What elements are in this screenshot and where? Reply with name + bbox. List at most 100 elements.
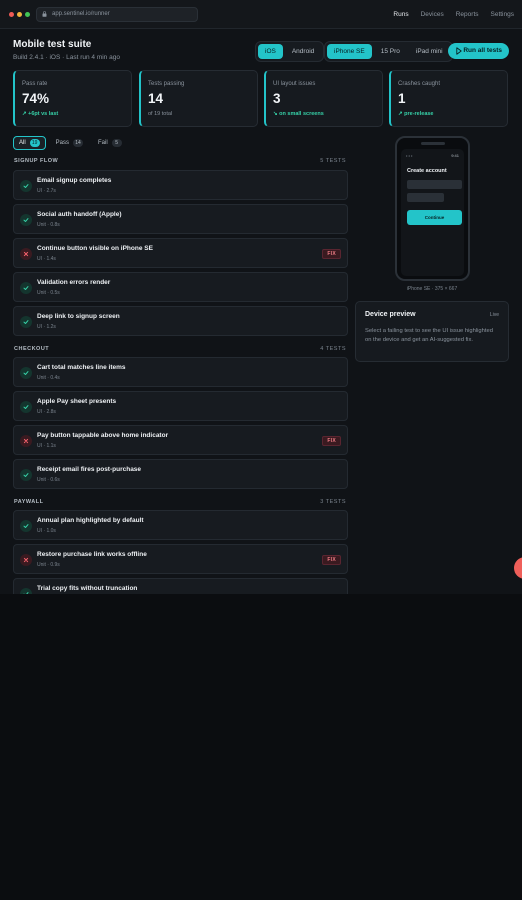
test-meta: UI · 1.4s [37, 256, 56, 262]
filter-count-badge: 5 [111, 139, 122, 147]
test-name: Continue button visible on iPhone SE [37, 245, 153, 252]
test-row[interactable]: Validation errors render Unit · 0.5s [13, 272, 348, 302]
list-clip: Trial copy fits without truncation [13, 578, 348, 594]
test-row[interactable]: Social auth handoff (Apple) Unit · 0.8s [13, 204, 348, 234]
section-title: PAYWALL [14, 499, 44, 505]
window-close-icon[interactable] [9, 12, 14, 17]
platform-ios[interactable]: iOS [258, 44, 283, 59]
test-meta: Unit · 0.4s [37, 375, 60, 381]
stat-label: Tests passing [148, 81, 185, 87]
stat-note: of 19 total [148, 111, 173, 117]
stat-note: ↗ +6pt vs last [22, 111, 59, 117]
filter-label: All [19, 140, 26, 146]
run-all-tests-button[interactable]: Run all tests [448, 43, 509, 59]
preview-title: Device preview [365, 311, 416, 318]
test-meta: UI · 1.2s [37, 324, 56, 330]
play-icon [456, 47, 462, 55]
filter-pass[interactable]: Pass 14 [51, 136, 88, 150]
stat-card-tests-passing: Tests passing 14 of 19 total [139, 70, 258, 127]
nav-devices[interactable]: Devices [421, 11, 444, 18]
stat-card-ui-layout-issues: UI layout issues 3 ↘ on small screens [264, 70, 383, 127]
pass-check-icon [20, 214, 32, 226]
live-indicator: Live [489, 312, 499, 318]
test-name: Trial copy fits without truncation [37, 585, 138, 592]
fail-x-icon [20, 248, 32, 260]
test-meta: UI · 2.8s [37, 409, 56, 415]
test-row[interactable]: Email signup completes UI · 2.7s [13, 170, 348, 200]
device-15-pro[interactable]: 15 Pro [374, 44, 407, 59]
section-title: SIGNUP FLOW [14, 158, 59, 164]
page-title: Mobile test suite [13, 39, 92, 50]
platform-android[interactable]: Android [285, 44, 321, 59]
test-row[interactable]: Continue button visible on iPhone SE UI … [13, 238, 348, 268]
fix-button[interactable]: FIX [322, 555, 341, 565]
section-count: 5 TESTS [320, 158, 346, 164]
mock-input-field [407, 180, 462, 189]
fail-x-icon [20, 554, 32, 566]
filter-fail[interactable]: Fail 5 [93, 136, 127, 150]
test-name: Restore purchase link works offline [37, 551, 147, 558]
stat-label: Pass rate [22, 81, 48, 87]
window-minimize-icon[interactable] [17, 12, 22, 17]
stat-note: ↗ pre-release [398, 111, 434, 117]
lock-icon [42, 11, 47, 17]
test-name: Pay button tappable above home indicator [37, 432, 169, 439]
section-header-checkout: CHECKOUT 4 TESTS [14, 346, 346, 352]
test-meta: UI · 1.1s [37, 443, 56, 449]
test-name: Receipt email fires post-purchase [37, 466, 142, 473]
test-meta: UI · 2.7s [37, 188, 56, 194]
section-count: 4 TESTS [320, 346, 346, 352]
test-row[interactable]: Apple Pay sheet presents UI · 2.8s [13, 391, 348, 421]
mock-input-field [407, 193, 444, 202]
pass-check-icon [20, 367, 32, 379]
filter-count-badge: 19 [29, 139, 40, 147]
section-count: 3 TESTS [320, 499, 346, 505]
stat-note: ↘ on small screens [273, 111, 324, 117]
test-row[interactable]: Cart total matches line items Unit · 0.4… [13, 357, 348, 387]
filter-all[interactable]: All 19 [13, 136, 46, 150]
platform-toggle: iOS Android [255, 41, 325, 62]
address-bar[interactable]: app.sentinel.io/runner [36, 7, 198, 22]
test-row[interactable]: Annual plan highlighted by default UI · … [13, 510, 348, 540]
pass-check-icon [20, 401, 32, 413]
test-name: Apple Pay sheet presents [37, 398, 117, 405]
signal-dots: • • • [406, 153, 413, 158]
test-row[interactable]: Trial copy fits without truncation [13, 578, 348, 594]
fix-button[interactable]: FIX [322, 436, 341, 446]
test-row[interactable]: Receipt email fires post-purchase Unit ·… [13, 459, 348, 489]
stat-value: 74% [22, 91, 50, 106]
test-name: Cart total matches line items [37, 364, 126, 371]
nav-runs[interactable]: Runs [393, 11, 408, 18]
window-maximize-icon[interactable] [25, 12, 30, 17]
test-meta: Unit · 0.6s [37, 477, 60, 483]
test-name: Email signup completes [37, 177, 112, 184]
nav-reports[interactable]: Reports [456, 11, 479, 18]
pass-check-icon [20, 469, 32, 481]
pass-check-icon [20, 316, 32, 328]
filter-chips: All 19 Pass 14 Fail 5 [13, 136, 127, 150]
stat-card-pass-rate: Pass rate 74% ↗ +6pt vs last [13, 70, 132, 127]
stat-label: Crashes caught [398, 81, 441, 87]
test-name: Social auth handoff (Apple) [37, 211, 122, 218]
test-row[interactable]: Deep link to signup screen UI · 1.2s [13, 306, 348, 336]
nav-settings[interactable]: Settings [491, 11, 515, 18]
test-meta: Unit · 0.8s [37, 222, 60, 228]
device-ipad-mini[interactable]: iPad mini [409, 44, 450, 59]
test-name: Validation errors render [37, 279, 111, 286]
test-meta: Unit · 0.9s [37, 562, 60, 568]
device-toggle: iPhone SE 15 Pro iPad mini [324, 41, 453, 62]
device-caption: iPhone SE · 375 × 667 [406, 286, 458, 292]
screen-title: Create account [407, 168, 447, 174]
test-row[interactable]: Pay button tappable above home indicator… [13, 425, 348, 455]
test-name: Annual plan highlighted by default [37, 517, 144, 524]
device-iphone-se[interactable]: iPhone SE [327, 44, 372, 59]
test-row[interactable]: Restore purchase link works offline Unit… [13, 544, 348, 574]
url-text: app.sentinel.io/runner [52, 11, 110, 17]
test-name: Deep link to signup screen [37, 313, 120, 320]
pass-check-icon [20, 180, 32, 192]
device-screen: • • • 9:41 Create account Continue [401, 149, 464, 276]
fail-x-icon [20, 435, 32, 447]
device-preview-card: Device preview Live Select a failing tes… [355, 301, 509, 362]
fix-button[interactable]: FIX [322, 249, 341, 259]
pass-check-icon [20, 588, 32, 594]
